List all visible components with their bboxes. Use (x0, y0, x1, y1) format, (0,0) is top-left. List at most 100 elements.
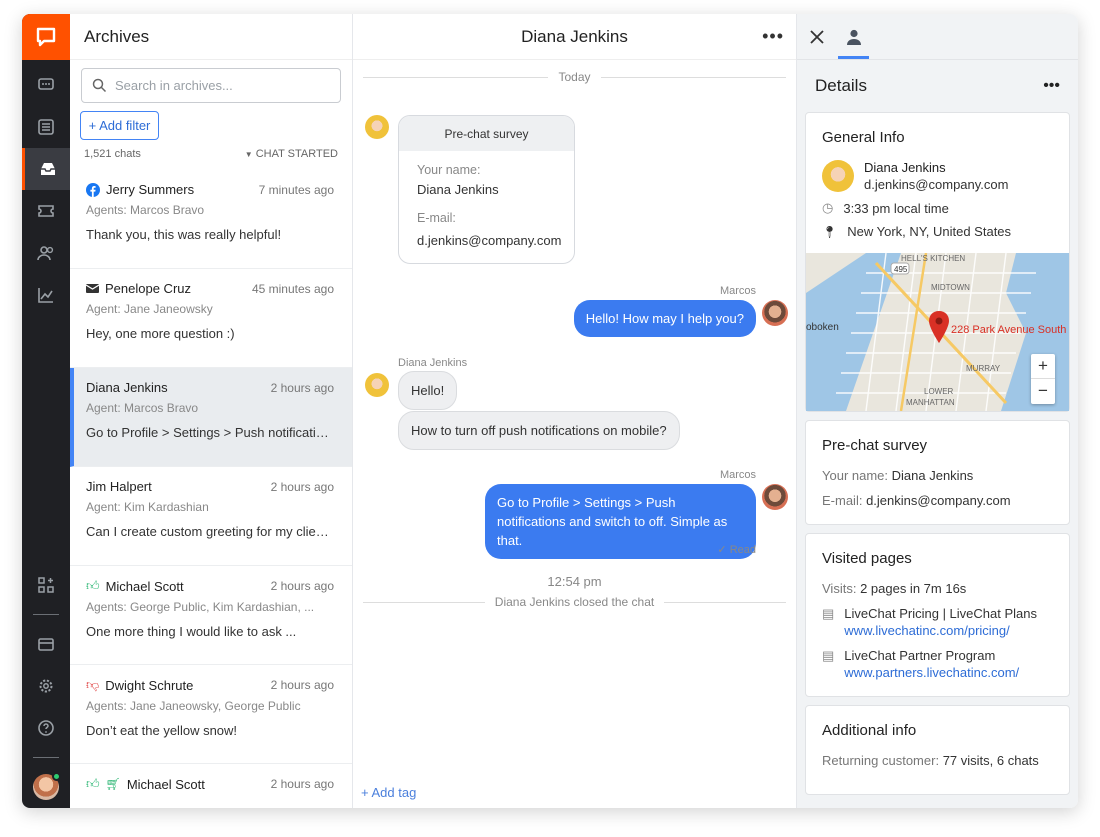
agent-message: Go to Profile > Settings > Push notifica… (485, 484, 756, 559)
search-icon (92, 78, 107, 93)
customers-list-icon[interactable] (22, 106, 70, 148)
chat-list: Jerry Summers 7 minutes ago Agents: Marco… (70, 170, 352, 808)
rail-divider-2 (33, 757, 59, 758)
livechat-logo[interactable] (22, 14, 70, 60)
item-time: 2 hours ago (270, 678, 334, 692)
item-name: Dwight Schrute (105, 677, 194, 693)
item-name: Diana Jenkins (86, 380, 168, 395)
item-agent: Agent: Marcos Bravo (86, 401, 199, 415)
search-input[interactable]: Search in archives... (81, 68, 341, 103)
map-place: HELL'S KITCHEN (901, 254, 965, 263)
sort-label: CHAT STARTED (255, 148, 338, 160)
cart-icon: 🛒︎ (105, 777, 121, 791)
additional-info-title: Additional info (822, 722, 917, 739)
rail-divider (33, 614, 59, 615)
agent-name: Marcos (719, 285, 756, 297)
user-avatar[interactable] (33, 772, 61, 800)
item-message: Thank you, this was really helpful! (86, 227, 282, 242)
closed-label: Diana Jenkins closed the chat (494, 595, 655, 609)
survey-name-key: Your name: (822, 468, 889, 483)
item-name: Penelope Cruz (105, 281, 191, 296)
add-tag-button[interactable]: + Add tag (361, 785, 416, 800)
map-place: MANHATTAN (906, 398, 955, 407)
item-agent: Agent: Kim Kardashian (86, 500, 209, 514)
today-label: Today (558, 70, 591, 84)
app-window: Archives Search in archives... + Add fil… (22, 14, 1078, 808)
list-item[interactable]: Jerry Summers 7 minutes ago Agents: Marco… (70, 170, 352, 269)
details-panel: Details ••• General Info Diana Jenkins d… (797, 14, 1078, 808)
item-name: Jim Halpert (86, 479, 152, 494)
sort-dropdown[interactable]: ▼ CHAT STARTED (245, 148, 338, 160)
tickets-icon[interactable] (22, 190, 70, 232)
page-icon: ▤ (822, 606, 835, 621)
customer-name: Diana Jenkins (864, 160, 946, 175)
read-status: ✓ Read (717, 544, 756, 556)
settings-gear-icon[interactable] (22, 665, 70, 707)
nav-rail (22, 14, 70, 808)
list-item[interactable]: Penelope Cruz 45 minutes ago Agent: Jane … (70, 269, 352, 368)
reports-icon[interactable] (22, 274, 70, 316)
page-link[interactable]: www.partners.livechatinc.com/ (844, 665, 1019, 680)
help-icon[interactable] (22, 707, 70, 749)
item-message: Hey, one more question :) (86, 326, 235, 341)
marketplace-icon[interactable] (22, 564, 70, 606)
visits-val: 2 pages in 7m 16s (860, 581, 967, 596)
map-place: MURRAY (966, 364, 1001, 373)
agent-avatar (762, 300, 788, 326)
survey-email-label: E-mail: (417, 211, 456, 225)
chat-panel: Diana Jenkins ••• Today Pre-chat survey … (353, 14, 797, 808)
chat-end-time: 12:54 pm (547, 574, 602, 589)
list-item[interactable]: 👍︎ 🛒︎ Michael Scott 2 hours ago (70, 764, 352, 808)
billing-icon[interactable] (22, 623, 70, 665)
item-time: 45 minutes ago (251, 281, 334, 296)
item-message: Go to Profile > Settings > Push notifica… (86, 425, 334, 440)
agent-name: Marcos (719, 469, 756, 481)
item-time: 2 hours ago (270, 479, 334, 494)
item-time: 7 minutes ago (258, 182, 334, 197)
close-icon[interactable] (809, 29, 825, 45)
chats-icon[interactable] (22, 64, 70, 106)
zoom-controls: + − (1031, 354, 1055, 404)
add-filter-button[interactable]: + Add filter (80, 111, 159, 140)
list-item[interactable]: 👎︎ Dwight Schrute 2 hours ago Agents: Jane… (70, 665, 352, 764)
agents-icon[interactable] (22, 232, 70, 274)
more-options-icon[interactable]: ••• (762, 26, 784, 47)
zoom-in-button[interactable]: + (1031, 354, 1055, 378)
item-name: Michael Scott (105, 578, 184, 594)
survey-email-val: d.jenkins@company.com (866, 493, 1011, 508)
agent-avatar (762, 484, 788, 510)
returning-key: Returning customer: (822, 753, 940, 768)
customer-message: Hello! (398, 371, 458, 410)
location-map[interactable]: HELL'S KITCHEN MIDTOWN oboken MURRAY MAN… (806, 253, 1069, 411)
pre-chat-survey-details: Pre-chat survey Your name: Diana Jenkins… (805, 420, 1070, 525)
list-item[interactable]: 👍︎ Michael Scott 2 hours ago Agents: Georg… (70, 566, 352, 665)
page-link[interactable]: www.livechatinc.com/pricing/ (844, 623, 1037, 638)
map-place: MIDTOWN (931, 283, 970, 292)
online-status-dot (52, 772, 61, 781)
item-agent: Agents: Marcos Bravo (86, 203, 205, 217)
agent-message: Hello! How may I help you? (573, 300, 756, 337)
user-profile-icon[interactable] (845, 28, 863, 46)
details-more-icon[interactable]: ••• (1043, 77, 1060, 95)
local-time: 3:33 pm local time (843, 200, 949, 216)
clock-icon: ◷ (822, 200, 834, 215)
general-info-card: General Info Diana Jenkins d.jenkins@com… (805, 112, 1070, 412)
survey-name-value: Diana Jenkins (417, 182, 499, 197)
rail-bottom (22, 564, 70, 808)
list-item-selected[interactable]: Diana Jenkins 2 hours ago Agent: Marcos B… (70, 368, 352, 467)
survey-email-key: E-mail: (822, 493, 863, 508)
location-pin-icon: 📍︎ (822, 224, 838, 239)
item-message: Don’t eat the yellow snow! (86, 723, 238, 738)
page-title: LiveChat Pricing | LiveChat Plans (844, 606, 1037, 621)
survey-email-value: d.jenkins@company.com (417, 233, 562, 248)
item-agent: Agents: George Public, Kim Kardashian, .… (86, 600, 315, 614)
chat-title: Diana Jenkins (521, 26, 628, 46)
item-message: Can I create custom greeting for my clie… (86, 524, 334, 539)
archives-panel: Archives Search in archives... + Add fil… (70, 14, 353, 808)
item-name: Michael Scott (126, 776, 205, 792)
zoom-out-button[interactable]: − (1031, 378, 1055, 403)
archives-icon[interactable] (22, 148, 70, 190)
list-item[interactable]: Jim Halpert 2 hours ago Agent: Kim Kardas… (70, 467, 352, 566)
pre-chat-survey-card: Pre-chat survey Your name: Diana Jenkins… (398, 115, 575, 264)
user-avatar-wrap[interactable] (33, 766, 61, 808)
